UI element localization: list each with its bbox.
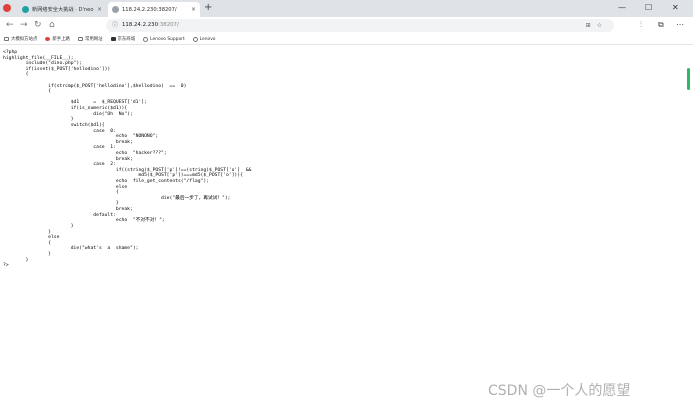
url-path: :38207/	[158, 22, 179, 28]
bookmark-item[interactable]: 京东商城	[110, 36, 136, 42]
split-screen-icon[interactable]: ⫶	[640, 19, 642, 31]
new-tab-button[interactable]: +	[204, 2, 212, 14]
bookmark-favicon-icon	[45, 37, 51, 41]
csdn-watermark: CSDN @一个人的愿望	[488, 383, 631, 399]
bookmark-item[interactable]: Lenovo	[192, 36, 216, 42]
bookmark-label: 新手上路	[52, 37, 70, 42]
address-bar[interactable]: ⓘ 118.24.2.230:38207/ ⊞☆	[106, 19, 614, 32]
globe-icon	[192, 36, 198, 42]
close-window-button[interactable]: ✕	[672, 2, 679, 14]
globe-icon	[143, 36, 149, 42]
forward-button[interactable]: →	[20, 19, 28, 31]
maximize-button[interactable]: ☐	[645, 2, 652, 14]
bookmark-item[interactable]: 大模拟方站点	[4, 36, 37, 42]
bookmarks-bar: 大模拟方站点 新手上路 常用网址 京东商城 Lenovo Support Len…	[0, 34, 693, 45]
page-content: <?php highlight_file(__FILE__); include("…	[0, 46, 685, 414]
reload-button[interactable]: ↻	[34, 19, 42, 31]
tab-close-icon[interactable]: ×	[97, 6, 102, 13]
bookmark-label: 京东商城	[117, 37, 136, 42]
bookmark-label: Lenovo	[199, 36, 216, 42]
site-info-icon[interactable]: ⓘ	[112, 19, 118, 32]
home-button[interactable]: ⌂	[49, 19, 55, 31]
bookmark-favicon-icon	[110, 37, 116, 41]
bookmark-label: 大模拟方站点	[11, 37, 38, 42]
tab-favicon-icon	[112, 6, 119, 13]
minimize-button[interactable]: —	[618, 2, 626, 14]
folder-icon	[77, 37, 83, 41]
folder-icon	[4, 37, 9, 41]
bookmark-label: 常用网址	[84, 37, 103, 42]
tab-close-icon[interactable]: ×	[191, 6, 196, 13]
tab-active-page[interactable]: 118.24.2.230:38207/ ×	[108, 2, 200, 17]
tab-label: 118.24.2.230:38207/	[122, 6, 177, 13]
bookmark-item[interactable]: Lenovo Support	[143, 36, 185, 42]
tab-favicon-icon	[22, 6, 29, 13]
tab-ctf[interactable]: 新网络安全大挑战 · D'neo CTF ×	[18, 2, 106, 17]
bookmark-item[interactable]: 新手上路	[45, 36, 70, 42]
extensions-icon[interactable]: ⧉	[658, 19, 664, 31]
bookmark-star-icon[interactable]: ⊞☆	[586, 19, 608, 32]
scrollbar-thumb[interactable]	[687, 68, 690, 90]
vertical-scrollbar[interactable]	[685, 46, 693, 414]
php-source-code: <?php highlight_file(__FILE__); include("…	[3, 50, 251, 269]
tab-strip: 新网络安全大挑战 · D'neo CTF × 118.24.2.230:3820…	[0, 0, 693, 17]
toolbar: ← → ↻ ⌂ ⓘ 118.24.2.230:38207/ ⊞☆ ⫶ ⧉ ⋯	[0, 17, 693, 34]
menu-icon[interactable]: ⋯	[676, 19, 684, 31]
tab-label: 新网络安全大挑战 · D'neo CTF	[32, 7, 94, 13]
bookmark-item[interactable]: 常用网址	[77, 36, 103, 42]
browser-app-icon[interactable]	[3, 4, 11, 12]
code-line: ?>	[3, 263, 9, 269]
url-host: 118.24.2.230	[122, 22, 159, 28]
bookmark-label: Lenovo Support	[150, 36, 185, 42]
back-button[interactable]: ←	[6, 19, 14, 31]
